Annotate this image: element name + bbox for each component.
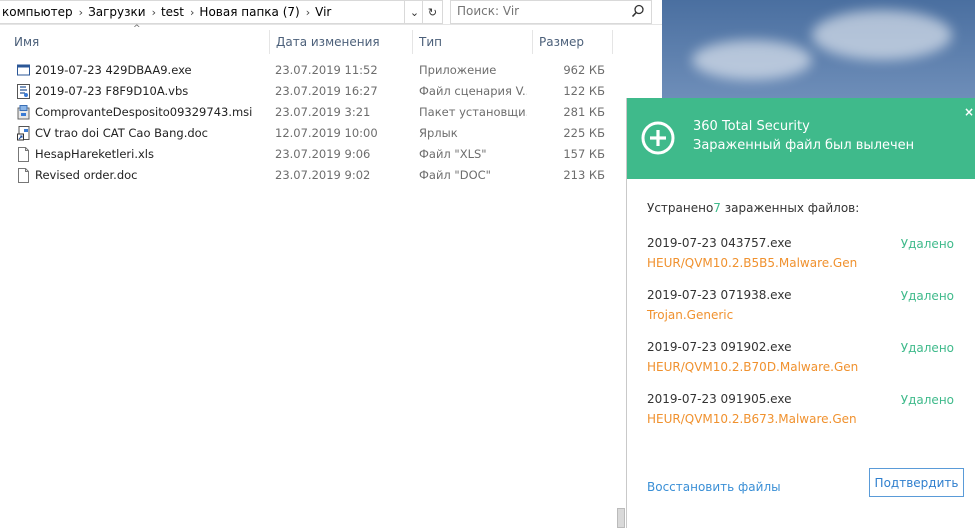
document-icon <box>18 147 29 162</box>
file-name: CV trao doi CAT Cao Bang.doc <box>35 126 209 140</box>
chevron-down-icon: ⌄ <box>409 5 420 19</box>
threat-file: 2019-07-23 043757.exe <box>647 236 792 250</box>
chevron-right-icon[interactable]: › <box>187 6 197 19</box>
file-row[interactable]: Revised order.doc 23.07.2019 9:02 Файл "… <box>0 165 620 186</box>
close-icon[interactable]: × <box>964 105 974 119</box>
file-date: 12.07.2019 10:00 <box>275 126 378 140</box>
breadcrumb-test[interactable]: test <box>159 5 187 19</box>
popup-header: 360 Total Security Зараженный файл был в… <box>627 98 975 179</box>
file-name: HesapHareketleri.xls <box>35 147 154 161</box>
file-row[interactable]: CV trao doi CAT Cao Bang.doc 12.07.2019 … <box>0 123 620 144</box>
file-row[interactable]: ComprovanteDesposito09329743.msi 23.07.2… <box>0 102 620 123</box>
file-row[interactable]: 2019-07-23 F8F9D10A.vbs 23.07.2019 16:27… <box>0 81 620 102</box>
file-name: 2019-07-23 429DBAA9.exe <box>35 63 192 77</box>
column-type[interactable]: Тип <box>413 30 533 54</box>
file-size: 281 КБ <box>563 105 605 119</box>
refresh-icon: ↻ <box>427 5 438 19</box>
summary-text: Устранено7 зараженных файлов: <box>647 201 859 215</box>
file-date: 23.07.2019 3:21 <box>275 105 371 119</box>
threat-status: Удалено <box>900 237 954 251</box>
file-date: 23.07.2019 9:02 <box>275 168 371 182</box>
breadcrumb-downloads[interactable]: Загрузки <box>86 5 149 19</box>
threat-name: HEUR/QVM10.2.B673.Malware.Gen <box>647 412 857 426</box>
file-explorer-window: компьютер › Загрузки › test › Новая папк… <box>0 0 662 528</box>
file-date: 23.07.2019 16:27 <box>275 84 378 98</box>
file-size: 122 КБ <box>563 84 605 98</box>
threat-file: 2019-07-23 091902.exe <box>647 340 792 354</box>
column-name[interactable]: Имя <box>8 30 270 54</box>
breadcrumb-new-folder[interactable]: Новая папка (7) <box>197 5 302 19</box>
scrollbar-thumb[interactable] <box>617 508 625 528</box>
threat-name: HEUR/QVM10.2.B70D.Malware.Gen <box>647 360 859 374</box>
chevron-right-icon[interactable]: › <box>303 6 313 19</box>
search-box[interactable] <box>450 0 652 24</box>
threat-status: Удалено <box>900 341 954 355</box>
file-date: 23.07.2019 9:06 <box>275 147 371 161</box>
script-icon <box>17 84 30 99</box>
column-date-modified[interactable]: Дата изменения <box>270 30 413 54</box>
breadcrumb-vir[interactable]: Vir <box>313 5 334 19</box>
address-bar: компьютер › Загрузки › test › Новая папк… <box>0 0 662 25</box>
summary-suffix: зараженных файлов: <box>720 201 860 215</box>
threat-item: 2019-07-23 043757.exe HEUR/QVM10.2.B5B5.… <box>647 236 967 278</box>
msi-icon <box>17 105 30 120</box>
search-input[interactable] <box>457 4 627 18</box>
file-name: 2019-07-23 F8F9D10A.vbs <box>35 84 189 98</box>
chevron-right-icon[interactable]: › <box>149 6 159 19</box>
file-type: Файл сценария V... <box>419 84 527 98</box>
search-icon[interactable] <box>631 4 645 18</box>
plus-circle-icon <box>641 121 675 155</box>
file-name: Revised order.doc <box>35 168 138 182</box>
column-size[interactable]: Размер <box>533 30 613 54</box>
breadcrumb[interactable]: компьютер › Загрузки › test › Новая папк… <box>0 0 405 24</box>
summary-prefix: Устранено <box>647 201 714 215</box>
threat-item: 2019-07-23 091905.exe HEUR/QVM10.2.B673.… <box>647 392 967 434</box>
breadcrumb-computer[interactable]: компьютер <box>0 5 76 19</box>
file-name: ComprovanteDesposito09329743.msi <box>35 105 253 119</box>
file-row[interactable]: 2019-07-23 429DBAA9.exe 23.07.2019 11:52… <box>0 60 620 81</box>
file-row[interactable]: HesapHareketleri.xls 23.07.2019 9:06 Фай… <box>0 144 620 165</box>
threat-item: 2019-07-23 091902.exe HEUR/QVM10.2.B70D.… <box>647 340 967 382</box>
file-size: 157 КБ <box>563 147 605 161</box>
file-type: Приложение <box>419 63 497 77</box>
confirm-button[interactable]: Подтвердить <box>869 468 964 497</box>
threat-item: 2019-07-23 071938.exe Trojan.Generic Уда… <box>647 288 967 330</box>
file-size: 962 КБ <box>563 63 605 77</box>
threat-status: Удалено <box>900 289 954 303</box>
file-type: Ярлык <box>419 126 458 140</box>
refresh-button[interactable]: ↻ <box>422 0 443 24</box>
popup-title: 360 Total Security <box>693 119 810 134</box>
summary-count: 7 <box>713 201 721 215</box>
threat-name: Trojan.Generic <box>647 308 734 322</box>
threat-file: 2019-07-23 071938.exe <box>647 288 792 302</box>
exe-icon <box>17 64 30 76</box>
file-type: Пакет установщи... <box>419 105 527 119</box>
restore-files-link[interactable]: Восстановить файлы <box>647 480 781 494</box>
document-icon <box>18 168 29 183</box>
file-type: Файл "XLS" <box>419 147 487 161</box>
file-type: Файл "DOC" <box>419 168 491 182</box>
file-size: 225 КБ <box>563 126 605 140</box>
threat-status: Удалено <box>900 393 954 407</box>
shortcut-icon <box>17 126 30 141</box>
chevron-right-icon[interactable]: › <box>76 6 86 19</box>
file-date: 23.07.2019 11:52 <box>275 63 378 77</box>
threat-name: HEUR/QVM10.2.B5B5.Malware.Gen <box>647 256 858 270</box>
column-header: Имя Дата изменения Тип Размер <box>0 30 662 54</box>
popup-subtitle: Зараженный файл был вылечен <box>693 138 915 153</box>
threat-file: 2019-07-23 091905.exe <box>647 392 792 406</box>
file-size: 213 КБ <box>563 168 605 182</box>
security-notification-popup: 360 Total Security Зараженный файл был в… <box>626 98 975 528</box>
